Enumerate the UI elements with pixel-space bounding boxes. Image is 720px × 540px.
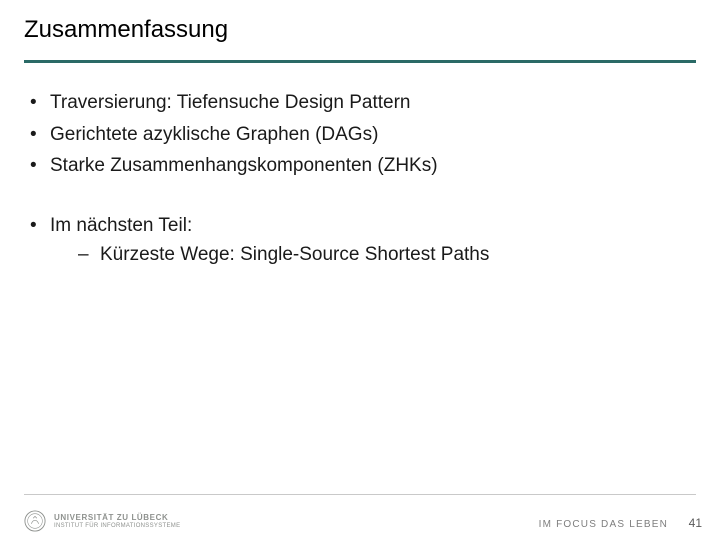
sub-bullets: Kürzeste Wege: Single-Source Shortest Pa… — [50, 241, 696, 269]
slide-body: Traversierung: Tiefensuche Design Patter… — [0, 63, 720, 269]
slide: Zusammenfassung Traversierung: Tiefensuc… — [0, 0, 720, 540]
bullet-item: Starke Zusammenhangskomponenten (ZHKs) — [24, 152, 696, 180]
slide-title: Zusammenfassung — [24, 16, 696, 44]
university-name: UNIVERSITÄT ZU LÜBECK — [54, 514, 180, 522]
footer-divider — [24, 494, 696, 495]
institute-name: INSTITUT FÜR INFORMATIONSSYSTEME — [54, 523, 180, 529]
bullet-group-1: Traversierung: Tiefensuche Design Patter… — [24, 89, 696, 180]
university-seal-icon — [24, 510, 46, 532]
bullet-text: Im nächsten Teil: — [50, 215, 192, 236]
spacer — [24, 184, 696, 212]
footer: UNIVERSITÄT ZU LÜBECK INSTITUT FÜR INFOR… — [0, 494, 720, 540]
footer-tagline: IM FOCUS DAS LEBEN — [539, 519, 668, 530]
university-text: UNIVERSITÄT ZU LÜBECK INSTITUT FÜR INFOR… — [54, 514, 180, 529]
bullet-item: Gerichtete azyklische Graphen (DAGs) — [24, 121, 696, 149]
sub-bullet-item: Kürzeste Wege: Single-Source Shortest Pa… — [72, 241, 696, 269]
page-number: 41 — [689, 516, 702, 530]
title-area: Zusammenfassung — [0, 0, 720, 54]
bullet-item: Traversierung: Tiefensuche Design Patter… — [24, 89, 696, 117]
bullet-item: Im nächsten Teil: Kürzeste Wege: Single-… — [24, 212, 696, 269]
bullet-group-2: Im nächsten Teil: Kürzeste Wege: Single-… — [24, 212, 696, 269]
footer-left: UNIVERSITÄT ZU LÜBECK INSTITUT FÜR INFOR… — [24, 510, 180, 532]
